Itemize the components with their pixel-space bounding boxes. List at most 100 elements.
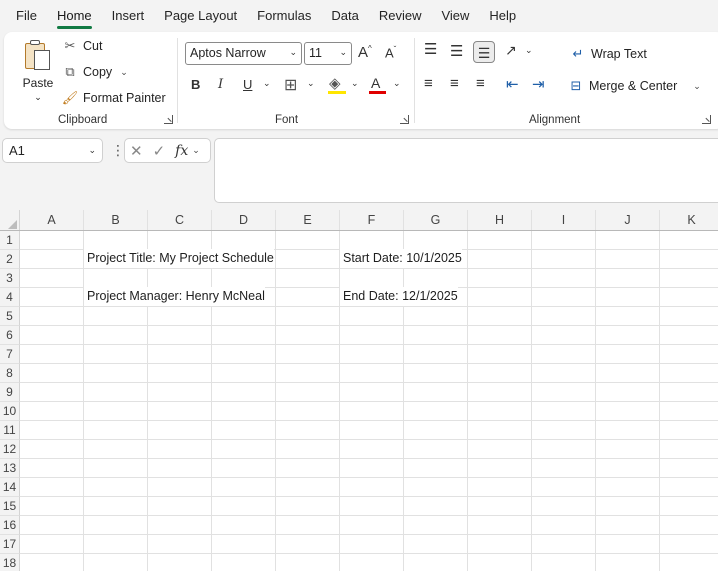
chevron-down-icon[interactable]: ⌄ <box>693 81 701 92</box>
merge-center-button[interactable]: ⊟ Merge & Center ⌄ <box>568 78 701 94</box>
paintbrush-icon: 🖌 <box>61 90 79 105</box>
tab-formulas[interactable]: Formulas <box>257 2 311 29</box>
row-header-18[interactable]: 18 <box>0 554 20 571</box>
tab-data[interactable]: Data <box>331 2 358 29</box>
insert-function-icon[interactable]: fx <box>175 143 188 159</box>
italic-button[interactable]: I <box>218 77 223 92</box>
copy-icon: ⧉ <box>65 64 75 79</box>
font-color-swatch <box>369 91 386 94</box>
column-header-d[interactable]: D <box>212 210 276 231</box>
chevron-down-icon[interactable]: ⌄ <box>263 78 271 89</box>
chevron-down-icon[interactable]: ⌄ <box>192 145 200 156</box>
increase-indent-icon[interactable]: ⇥ <box>532 75 545 93</box>
tab-page-layout[interactable]: Page Layout <box>164 2 237 29</box>
column-header-h[interactable]: H <box>468 210 532 231</box>
cell-b2[interactable]: Project Title: My Project Schedule <box>84 249 274 268</box>
chevron-down-icon[interactable]: ⌄ <box>88 145 96 156</box>
clipboard-launcher-icon[interactable] <box>164 115 173 124</box>
tab-insert[interactable]: Insert <box>112 2 145 29</box>
chevron-down-icon[interactable]: ⌄ <box>120 67 128 78</box>
format-painter-button[interactable]: 🖌 Format Painter <box>62 90 166 106</box>
scissors-icon: ✂ <box>64 38 76 53</box>
decrease-font-size-icon[interactable]: Aˇ <box>385 45 396 60</box>
row-header-11[interactable]: 11 <box>0 421 20 440</box>
cell-f4[interactable]: End Date: 12/1/2025 <box>340 287 458 306</box>
align-left-icon[interactable]: ≡ <box>424 75 433 92</box>
bold-button[interactable]: B <box>191 77 200 92</box>
row-header-7[interactable]: 7 <box>0 345 20 364</box>
copy-label: Copy <box>83 65 113 79</box>
align-right-icon[interactable]: ≡ <box>476 75 485 92</box>
borders-icon[interactable]: ⊞ <box>284 75 297 95</box>
row-header-10[interactable]: 10 <box>0 402 20 421</box>
cell-f2[interactable]: Start Date: 10/1/2025 <box>340 249 462 268</box>
chevron-down-icon[interactable]: ⌄ <box>307 78 315 89</box>
tab-view[interactable]: View <box>441 2 469 29</box>
row-header-2[interactable]: 2 <box>0 250 20 269</box>
cell-b4[interactable]: Project Manager: Henry McNeal <box>84 287 265 306</box>
row-header-15[interactable]: 15 <box>0 497 20 516</box>
decrease-indent-icon[interactable]: ⇤ <box>506 75 519 93</box>
worksheet-grid[interactable]: A B C D E F G H I J K 1 2 3 4 5 6 7 8 9 … <box>0 210 718 571</box>
column-header-g[interactable]: G <box>404 210 468 231</box>
row-header-8[interactable]: 8 <box>0 364 20 383</box>
column-header-i[interactable]: I <box>532 210 596 231</box>
column-header-b[interactable]: B <box>84 210 148 231</box>
row-header-5[interactable]: 5 <box>0 307 20 326</box>
copy-button[interactable]: ⧉ Copy ⌄ <box>62 64 128 80</box>
clipboard-group-label: Clipboard <box>58 114 108 126</box>
chevron-down-icon[interactable]: ⌄ <box>18 92 58 103</box>
row-header-14[interactable]: 14 <box>0 478 20 497</box>
orientation-icon[interactable]: ↗ <box>505 42 517 59</box>
column-header-k[interactable]: K <box>660 210 718 231</box>
row-header-9[interactable]: 9 <box>0 383 20 402</box>
row-header-17[interactable]: 17 <box>0 535 20 554</box>
column-header-e[interactable]: E <box>276 210 340 231</box>
font-name-value: Aptos Narrow <box>190 46 266 60</box>
row-header-4[interactable]: 4 <box>0 288 20 307</box>
font-name-select[interactable]: Aptos Narrow ⌄ <box>185 42 302 65</box>
column-header-j[interactable]: J <box>596 210 660 231</box>
column-header-f[interactable]: F <box>340 210 404 231</box>
paste-label: Paste <box>22 76 54 90</box>
font-size-value: 11 <box>309 46 322 60</box>
align-top-icon[interactable]: ☰ <box>424 40 437 58</box>
chevron-down-icon[interactable]: ⌄ <box>351 78 359 89</box>
row-header-12[interactable]: 12 <box>0 440 20 459</box>
column-header-a[interactable]: A <box>20 210 84 231</box>
fill-color-icon[interactable]: ◈ <box>329 74 341 92</box>
increase-font-size-icon[interactable]: A^ <box>358 44 372 61</box>
font-size-select[interactable]: 11 ⌄ <box>304 42 352 65</box>
underline-button[interactable]: U <box>243 77 252 92</box>
select-all-button[interactable] <box>0 210 20 231</box>
align-bottom-icon[interactable]: ☰ <box>473 41 495 63</box>
alignment-launcher-icon[interactable] <box>702 115 711 124</box>
font-color-icon[interactable]: A <box>371 75 380 91</box>
tab-home[interactable]: Home <box>56 2 92 29</box>
row-header-6[interactable]: 6 <box>0 326 20 345</box>
chevron-down-icon[interactable]: ⌄ <box>525 45 533 56</box>
divider <box>177 38 178 123</box>
chevron-down-icon[interactable]: ⌄ <box>393 78 401 89</box>
font-launcher-icon[interactable] <box>400 115 409 124</box>
tab-file[interactable]: File <box>16 2 37 29</box>
row-header-1[interactable]: 1 <box>0 231 20 250</box>
align-center-icon[interactable]: ≡ <box>450 75 459 92</box>
enter-icon[interactable]: ✓ <box>153 142 166 160</box>
more-options-icon[interactable]: ⋮ <box>111 142 125 159</box>
tab-help[interactable]: Help <box>489 2 516 29</box>
row-header-16[interactable]: 16 <box>0 516 20 535</box>
gridline <box>20 363 718 364</box>
align-middle-icon[interactable]: ☰ <box>450 42 463 60</box>
row-header-13[interactable]: 13 <box>0 459 20 478</box>
name-box[interactable]: A1 ⌄ <box>2 138 103 163</box>
wrap-text-button[interactable]: ↵ Wrap Text <box>570 46 647 62</box>
gridline <box>20 382 718 383</box>
tab-review[interactable]: Review <box>379 2 422 29</box>
row-header-3[interactable]: 3 <box>0 269 20 288</box>
column-header-c[interactable]: C <box>148 210 212 231</box>
paste-button[interactable]: Paste ⌄ <box>18 38 58 104</box>
formula-input[interactable] <box>214 138 718 203</box>
cancel-icon[interactable]: ✕ <box>130 142 143 160</box>
cut-button[interactable]: ✂ Cut <box>62 38 103 54</box>
